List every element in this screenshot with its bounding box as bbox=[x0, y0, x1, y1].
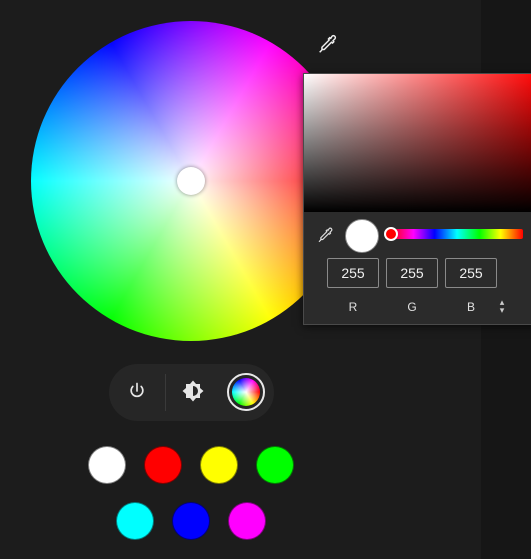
preset-yellow[interactable] bbox=[200, 446, 238, 484]
brightness-icon bbox=[181, 379, 205, 408]
eyedropper-icon[interactable] bbox=[316, 33, 338, 55]
brightness-button[interactable] bbox=[176, 376, 210, 410]
color-wheel-icon bbox=[232, 378, 260, 406]
saturation-value-area[interactable] bbox=[304, 74, 531, 212]
hue-slider-thumb[interactable] bbox=[384, 227, 398, 241]
color-format-toggle[interactable]: ▴ ▾ bbox=[496, 297, 508, 315]
color-mode-button[interactable] bbox=[227, 373, 265, 411]
green-value-input[interactable] bbox=[386, 258, 438, 288]
preset-magenta[interactable] bbox=[228, 502, 266, 540]
preset-green[interactable] bbox=[256, 446, 294, 484]
red-value-input[interactable] bbox=[327, 258, 379, 288]
color-wheel-handle[interactable] bbox=[177, 167, 205, 195]
mode-divider bbox=[165, 374, 166, 411]
preset-white[interactable] bbox=[88, 446, 126, 484]
power-icon bbox=[127, 381, 147, 406]
blue-label: B bbox=[466, 300, 475, 314]
preset-red[interactable] bbox=[144, 446, 182, 484]
green-label: G bbox=[407, 300, 417, 314]
blue-value-input[interactable] bbox=[445, 258, 497, 288]
mode-selector bbox=[109, 364, 274, 421]
hue-slider[interactable] bbox=[391, 229, 523, 239]
preset-blue[interactable] bbox=[172, 502, 210, 540]
preset-cyan[interactable] bbox=[116, 502, 154, 540]
eyedropper-icon[interactable] bbox=[316, 226, 334, 244]
chevron-up-down-icon: ▴ ▾ bbox=[499, 297, 505, 315]
power-button[interactable] bbox=[120, 376, 154, 410]
color-picker-popup: R G B ▴▾ bbox=[303, 73, 531, 325]
red-label: R bbox=[348, 300, 358, 314]
current-color-preview bbox=[345, 219, 379, 253]
